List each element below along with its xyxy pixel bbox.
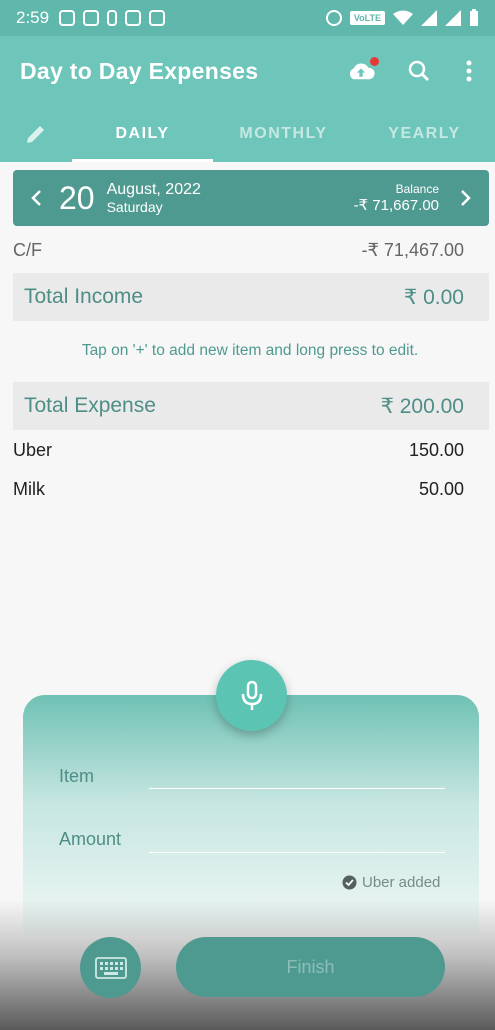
notification-dot xyxy=(370,57,379,66)
item-name: Milk xyxy=(13,479,45,499)
status-bar: 2:59 VoLTE xyxy=(0,0,495,36)
hint-text: Tap on '+' to add new item and long pres… xyxy=(81,342,419,359)
volte-badge: VoLTE xyxy=(349,11,385,25)
keyboard-button[interactable] xyxy=(80,937,141,998)
item-field-label: Item xyxy=(59,766,95,786)
item-amount: 150.00 xyxy=(408,440,464,460)
search-button[interactable] xyxy=(405,57,433,85)
search-icon xyxy=(408,60,429,81)
entry-card xyxy=(23,695,479,935)
status-system-icons: VoLTE xyxy=(325,9,479,27)
month-year: August, 2022 xyxy=(106,181,201,198)
tab-yearly[interactable]: YEARLY xyxy=(354,106,495,162)
item-name: Uber xyxy=(13,440,53,460)
check-circle-icon xyxy=(342,875,357,890)
list-item[interactable]: Milk 50.00 xyxy=(13,479,464,500)
total-expense-value: ₹ 200.00 xyxy=(380,394,464,418)
battery-icon xyxy=(470,9,478,26)
weekday: Saturday xyxy=(106,199,163,216)
tab-daily[interactable]: DAILY xyxy=(72,106,213,162)
next-day-button[interactable] xyxy=(443,170,489,226)
date-navigation-bar: 20 August, 2022 Saturday Balance -₹ 71,6… xyxy=(13,170,489,226)
balance-value: -₹ 71,667.00 xyxy=(353,197,439,214)
amount-field-label: Amount xyxy=(59,829,122,849)
app-title: Day to Day Expenses xyxy=(20,57,259,84)
total-income-value: ₹ 0.00 xyxy=(403,285,464,309)
more-vert-icon xyxy=(466,60,472,82)
tab-monthly[interactable]: MONTHLY xyxy=(213,106,354,162)
item-field[interactable] xyxy=(149,788,445,789)
alarm-icon xyxy=(325,10,342,26)
signal-icon xyxy=(445,10,461,26)
day-number: 20 xyxy=(59,179,95,216)
total-expense-row[interactable]: Total Expense ₹ 200.00 xyxy=(13,382,489,430)
status-notification-icons xyxy=(59,10,166,26)
status-note-text: Uber added xyxy=(362,874,441,891)
tab-bar: DAILY MONTHLY YEARLY xyxy=(0,106,495,162)
app-actions xyxy=(347,57,475,85)
chevron-right-icon xyxy=(461,190,471,206)
total-income-row[interactable]: Total Income ₹ 0.00 xyxy=(13,273,489,321)
list-item[interactable]: Uber 150.00 xyxy=(13,440,464,461)
cf-value: -₹ 71,467.00 xyxy=(361,240,464,260)
microphone-icon xyxy=(241,680,262,710)
voice-input-button[interactable] xyxy=(216,660,287,731)
previous-day-button[interactable] xyxy=(13,170,59,226)
instagram-icon xyxy=(59,10,76,26)
carry-forward-row: C/F -₹ 71,467.00 xyxy=(13,240,464,261)
extension-icon xyxy=(149,10,166,26)
amount-field[interactable] xyxy=(149,852,445,853)
item-amount: 50.00 xyxy=(418,479,464,499)
cloud-upload-button[interactable] xyxy=(347,57,379,85)
more-options-button[interactable] xyxy=(463,57,475,85)
date-text: August, 2022 Saturday xyxy=(107,180,201,216)
pencil-icon xyxy=(27,126,44,143)
image-icon xyxy=(125,10,142,26)
status-note: Uber added xyxy=(342,874,440,891)
wifi-icon xyxy=(393,10,413,25)
keyboard-icon xyxy=(94,956,127,979)
signal-icon xyxy=(421,10,437,26)
cf-label: C/F xyxy=(13,240,42,260)
instagram-icon xyxy=(83,10,100,26)
balance: Balance -₹ 71,667.00 xyxy=(354,182,439,214)
status-time: 2:59 xyxy=(16,8,50,27)
battery-saver-icon xyxy=(107,10,118,26)
edit-button[interactable] xyxy=(0,106,72,162)
chevron-left-icon xyxy=(31,190,41,206)
app-bar: Day to Day Expenses xyxy=(0,36,495,106)
total-income-label: Total Income xyxy=(24,285,144,308)
finish-button[interactable]: Finish xyxy=(176,937,445,997)
balance-label: Balance xyxy=(395,182,439,196)
total-expense-label: Total Expense xyxy=(24,394,156,417)
